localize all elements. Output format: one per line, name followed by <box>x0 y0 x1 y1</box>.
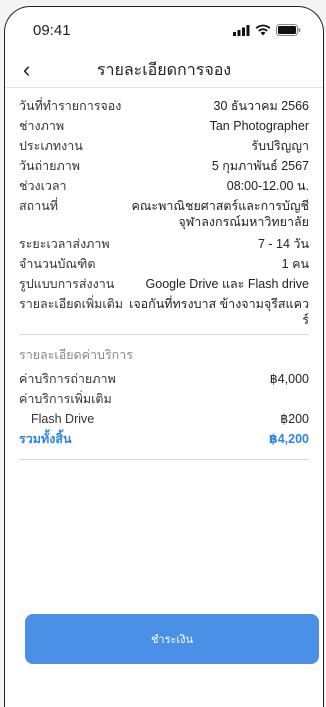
wifi-icon <box>255 24 271 36</box>
detail-row-photographer: ช่างภาพ Tan Photographer <box>19 118 309 134</box>
status-bar: 09:41 <box>5 7 323 53</box>
detail-label: รายละเอียดเพิ่มเติม <box>19 297 124 311</box>
detail-label: วันถ่ายภาพ <box>19 159 80 173</box>
fee-row-photo: ค่าบริการถ่ายภาพ ฿4,000 <box>19 371 309 387</box>
detail-row-job-type: ประเภทงาน รับปริญญา <box>19 138 309 154</box>
fee-label: ค่าบริการถ่ายภาพ <box>19 372 116 386</box>
detail-value: 1 คน <box>281 257 309 271</box>
detail-value: เจอกันที่ทรงบาส ข้างจามจุรีสแควร์ <box>129 297 309 327</box>
detail-label: จำนวนบัณฑิต <box>19 257 96 271</box>
fee-row-total: รวมทั้งสิ้น ฿4,200 <box>19 431 309 447</box>
page-title: รายละเอียดการจอง <box>96 61 232 79</box>
detail-row-delivery-time: ระยะเวลาส่งภาพ 7 - 14 วัน <box>19 236 309 252</box>
fee-value: ฿200 <box>280 412 309 426</box>
back-chevron-icon[interactable]: ‹ <box>23 57 30 83</box>
booking-details: วันที่ทำรายการจอง 30 ธันวาคม 2566 ช่างภา… <box>5 88 323 460</box>
pay-button[interactable]: ชำระเงิน <box>25 614 319 664</box>
detail-row-graduates: จำนวนบัณฑิต 1 คน <box>19 256 309 272</box>
fee-value: ฿4,000 <box>269 372 309 386</box>
location-line-2: จุฬาลงกรณ์มหาวิทยาลัย <box>178 215 309 229</box>
phone-screen: 09:41 ‹ รายละเอียดการจอง วันที่ทำรายการจ… <box>4 6 324 707</box>
total-value: ฿4,200 <box>269 432 309 446</box>
fee-label: ค่าบริการเพิ่มเติม <box>19 392 112 406</box>
detail-row-shoot-date: วันถ่ายภาพ 5 กุมภาพันธ์ 2567 <box>19 158 309 174</box>
detail-label: ระยะเวลาส่งภาพ <box>19 237 110 251</box>
status-icons <box>233 24 301 36</box>
detail-value: 30 ธันวาคม 2566 <box>213 99 309 113</box>
detail-value: Google Drive และ Flash drive <box>145 277 309 291</box>
detail-row-booking-date: วันที่ทำรายการจอง 30 ธันวาคม 2566 <box>19 98 309 114</box>
section-divider <box>19 459 309 460</box>
detail-row-notes: รายละเอียดเพิ่มเติม เจอกันที่ทรงบาส ข้าง… <box>19 296 309 328</box>
fee-label: Flash Drive <box>31 412 95 426</box>
detail-label: รูปแบบการส่งงาน <box>19 277 115 291</box>
fee-row-flash-drive: Flash Drive ฿200 <box>19 411 309 427</box>
detail-value: Tan Photographer <box>209 119 309 133</box>
status-time: 09:41 <box>33 21 71 39</box>
detail-row-delivery-format: รูปแบบการส่งงาน Google Drive และ Flash d… <box>19 276 309 292</box>
detail-label: ช่างภาพ <box>19 119 65 133</box>
signal-icon <box>233 24 250 36</box>
detail-row-location: สถานที่ คณะพาณิชยศาสตร์และการบัญชี จุฬาล… <box>19 198 309 230</box>
fee-row-extra: ค่าบริการเพิ่มเติม <box>19 391 309 407</box>
detail-value-location: คณะพาณิชยศาสตร์และการบัญชี จุฬาลงกรณ์มหา… <box>131 198 309 230</box>
detail-value: 08:00-12.00 น. <box>226 179 309 193</box>
battery-icon <box>276 24 301 36</box>
detail-row-time-slot: ช่วงเวลา 08:00-12.00 น. <box>19 178 309 194</box>
detail-label: ช่วงเวลา <box>19 179 67 193</box>
detail-label: ประเภทงาน <box>19 139 83 153</box>
detail-label: สถานที่ <box>19 199 59 213</box>
detail-value: รับปริญญา <box>251 139 309 153</box>
fees-section-title: รายละเอียดค่าบริการ <box>19 348 133 362</box>
detail-value: 5 กุมภาพันธ์ 2567 <box>211 159 309 173</box>
detail-label: วันที่ทำรายการจอง <box>19 99 122 113</box>
section-divider <box>19 334 309 335</box>
detail-value: 7 - 14 วัน <box>257 237 309 251</box>
nav-bar: ‹ รายละเอียดการจอง <box>5 53 323 88</box>
total-label: รวมทั้งสิ้น <box>19 432 72 446</box>
location-line-1: คณะพาณิชยศาสตร์และการบัญชี <box>131 199 309 213</box>
